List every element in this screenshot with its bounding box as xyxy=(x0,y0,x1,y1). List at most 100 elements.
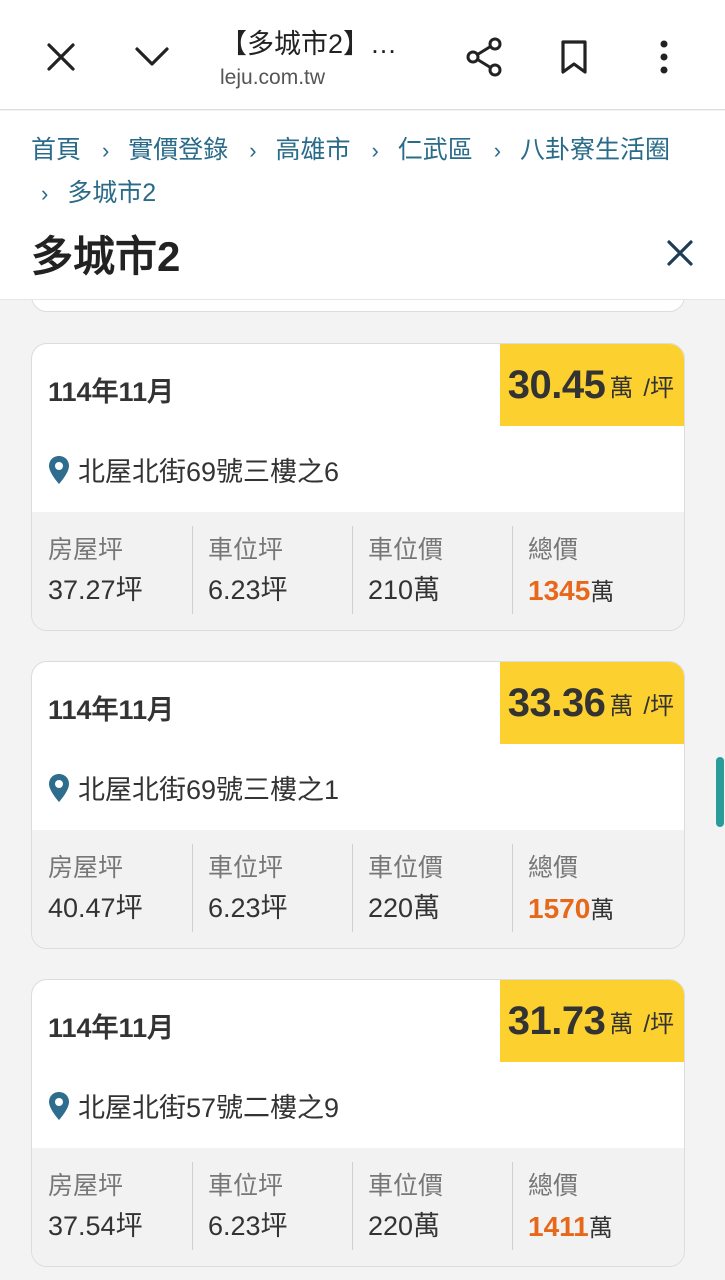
stat-value: 37.54坪 xyxy=(48,1211,143,1241)
transaction-date: 114年11月 xyxy=(48,377,175,407)
listing-card-partial xyxy=(31,300,685,312)
chevron-right-icon: › xyxy=(101,138,110,163)
stat-value: 1411萬 xyxy=(528,1208,613,1243)
stat-house-ping: 房屋坪 37.54坪 xyxy=(32,1148,192,1266)
address: 北屋北街57號二樓之9 xyxy=(78,1093,340,1123)
unit-price: 33.36 xyxy=(507,680,606,725)
stat-value: 6.23坪 xyxy=(208,575,288,605)
location-pin-icon xyxy=(49,455,69,484)
divider xyxy=(192,526,193,614)
listing-card[interactable]: 114年11月 31.73 萬 /坪 北屋北街57號二樓之9 房屋坪 37.54… xyxy=(31,979,685,1267)
stat-label: 總價 xyxy=(528,854,579,882)
stat-parking-ping: 車位坪 6.23坪 xyxy=(192,830,352,948)
unit-price: 31.73 xyxy=(507,998,606,1043)
divider xyxy=(192,844,193,932)
total-price: 1411 xyxy=(528,1211,589,1242)
stat-value: 40.47坪 xyxy=(48,893,143,923)
stat-house-ping: 房屋坪 37.27坪 xyxy=(32,512,192,630)
divider xyxy=(512,844,513,932)
listing-list[interactable]: 114年11月 30.45 萬 /坪 北屋北街69號三樓之6 房屋坪 37.27… xyxy=(0,300,725,1280)
stat-house-ping: 房屋坪 40.47坪 xyxy=(32,830,192,948)
address-row: 北屋北街57號二樓之9 xyxy=(48,1086,339,1125)
divider xyxy=(352,844,353,932)
unit-price-per: /坪 xyxy=(643,374,674,402)
stat-parking-price: 車位價 220萬 xyxy=(352,830,512,948)
close-tab-button[interactable] xyxy=(37,33,85,81)
unit-price-badge: 33.36 萬 /坪 xyxy=(499,662,684,744)
stat-total-price: 總價 1570萬 xyxy=(512,830,672,948)
stat-value: 6.23坪 xyxy=(208,1211,288,1241)
address: 北屋北街69號三樓之6 xyxy=(78,457,340,487)
stat-label: 總價 xyxy=(528,1172,579,1200)
total-price-unit: 萬 xyxy=(588,1215,613,1242)
divider xyxy=(512,526,513,614)
breadcrumb-area[interactable]: 八卦寮生活圈 xyxy=(520,129,670,171)
listing-card[interactable]: 114年11月 30.45 萬 /坪 北屋北街69號三樓之6 房屋坪 37.27… xyxy=(31,343,685,631)
unit-price-unit: 萬 xyxy=(609,1010,634,1038)
bookmark-button[interactable] xyxy=(550,33,598,81)
stat-value: 37.27坪 xyxy=(48,575,143,605)
close-icon xyxy=(667,240,693,266)
stat-parking-price: 車位價 220萬 xyxy=(352,1148,512,1266)
address-row: 北屋北街69號三樓之1 xyxy=(48,768,339,807)
page-url[interactable]: leju.com.tw xyxy=(220,66,325,90)
stats-row: 房屋坪 37.54坪 車位坪 6.23坪 車位價 220萬 總價 1411萬 xyxy=(32,1148,684,1266)
bookmark-icon xyxy=(561,40,587,74)
share-button[interactable] xyxy=(460,33,508,81)
stat-parking-price: 車位價 210萬 xyxy=(352,512,512,630)
breadcrumb-price-registry[interactable]: 實價登錄 xyxy=(128,129,228,171)
page-header: 首頁 › 實價登錄 › 高雄市 › 仁武區 › 八卦寮生活圈 › 多城市2 多城… xyxy=(0,111,725,300)
stats-row: 房屋坪 37.27坪 車位坪 6.23坪 車位價 210萬 總價 1345萬 xyxy=(32,512,684,630)
stats-row: 房屋坪 40.47坪 車位坪 6.23坪 車位價 220萬 總價 1570萬 xyxy=(32,830,684,948)
stat-value: 210萬 xyxy=(368,575,441,605)
chevron-down-icon xyxy=(135,47,169,66)
breadcrumb-city[interactable]: 高雄市 xyxy=(276,129,351,171)
chevron-right-icon: › xyxy=(493,138,502,163)
stat-label: 車位坪 xyxy=(208,1172,284,1200)
unit-price-badge: 30.45 萬 /坪 xyxy=(499,344,684,426)
chevron-right-icon: › xyxy=(41,181,49,206)
stat-label: 車位價 xyxy=(368,1172,444,1200)
stat-value: 1345萬 xyxy=(528,572,614,607)
unit-price-badge: 31.73 萬 /坪 xyxy=(499,980,684,1062)
stat-value: 220萬 xyxy=(368,1211,441,1241)
transaction-date: 114年11月 xyxy=(48,695,175,725)
divider xyxy=(352,1162,353,1250)
stat-value: 220萬 xyxy=(368,893,441,923)
unit-price-per: /坪 xyxy=(643,1010,674,1038)
close-icon xyxy=(47,43,75,71)
stat-label: 車位坪 xyxy=(208,854,284,882)
breadcrumb-district[interactable]: 仁武區 xyxy=(398,129,473,171)
divider xyxy=(192,1162,193,1250)
total-price-unit: 萬 xyxy=(590,897,615,924)
address: 北屋北街69號三樓之1 xyxy=(78,775,340,805)
divider xyxy=(352,526,353,614)
stat-value: 1570萬 xyxy=(528,890,614,925)
stat-label: 車位價 xyxy=(368,854,444,882)
page-tab-title: 【多城市2】… xyxy=(220,29,398,59)
browser-toolbar: 【多城市2】… leju.com.tw xyxy=(0,0,725,110)
unit-price-unit: 萬 xyxy=(609,374,634,402)
breadcrumb-current[interactable]: 多城市2 xyxy=(67,172,156,214)
listing-card[interactable]: 114年11月 33.36 萬 /坪 北屋北街69號三樓之1 房屋坪 40.47… xyxy=(31,661,685,949)
total-price-unit: 萬 xyxy=(590,579,615,606)
share-icon xyxy=(466,37,502,77)
unit-price: 30.45 xyxy=(507,362,606,407)
stat-label: 車位價 xyxy=(368,536,444,564)
stat-total-price: 總價 1411萬 xyxy=(512,1148,672,1266)
location-pin-icon xyxy=(49,1091,69,1120)
divider xyxy=(512,1162,513,1250)
breadcrumb-home[interactable]: 首頁 xyxy=(31,129,81,171)
scrollbar-thumb[interactable] xyxy=(716,757,724,827)
close-panel-button[interactable] xyxy=(660,233,700,273)
chevron-right-icon: › xyxy=(249,138,257,163)
more-menu-button[interactable] xyxy=(640,33,688,81)
stat-parking-ping: 車位坪 6.23坪 xyxy=(192,512,352,630)
more-vert-icon xyxy=(660,40,668,74)
expand-button[interactable] xyxy=(128,33,176,81)
breadcrumb: 首頁 › 實價登錄 › 高雄市 › 仁武區 › 八卦寮生活圈 › 多城市2 xyxy=(31,129,711,215)
unit-price-unit: 萬 xyxy=(609,692,634,720)
total-price: 1345 xyxy=(528,575,591,606)
stat-label: 房屋坪 xyxy=(48,854,124,882)
stat-label: 車位坪 xyxy=(208,536,284,564)
